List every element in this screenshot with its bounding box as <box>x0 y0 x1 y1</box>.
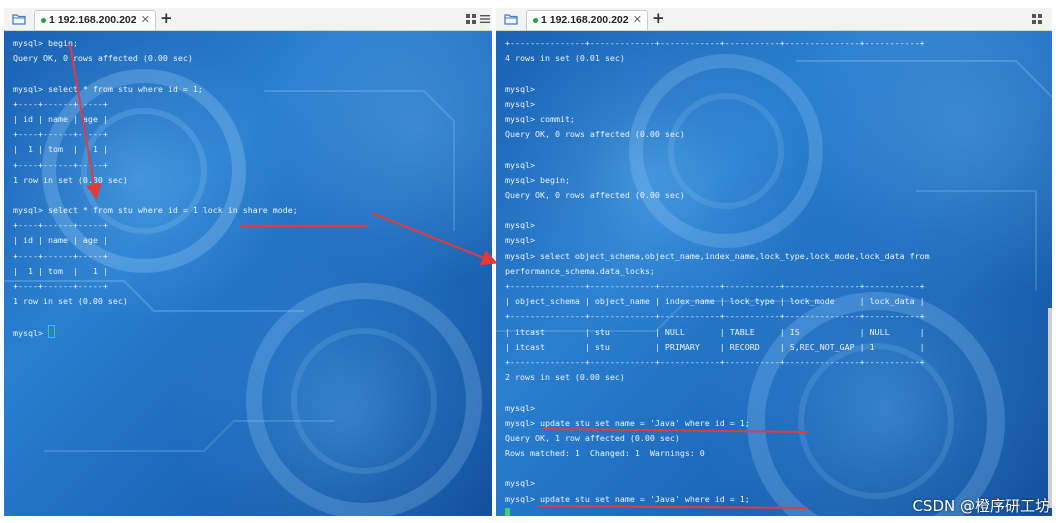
terminal-line: | id | name | age | <box>13 235 108 246</box>
add-tab-button[interactable]: + <box>652 9 665 27</box>
left-terminal-window: 1 192.168.200.202 ✕ + mysql> begin; Query… <box>4 8 492 516</box>
right-scrollbar[interactable] <box>1048 308 1052 508</box>
terminal-line: mysql> begin; <box>13 38 78 48</box>
terminal-line: | object_schema | object_name | index_na… <box>505 296 925 307</box>
right-tab-bar: 1 192.168.200.202 ✕ + <box>496 8 1052 31</box>
folder-icon[interactable] <box>504 13 518 25</box>
connection-status-dot <box>533 18 538 23</box>
terminal-line: +---------------+-------------+---------… <box>505 281 925 291</box>
left-terminal-output[interactable]: mysql> begin; Query OK, 0 rows affected (… <box>4 31 492 516</box>
close-tab-icon[interactable]: ✕ <box>633 13 642 26</box>
terminal-line: mysql> <box>505 478 535 489</box>
menu-icon[interactable] <box>480 14 490 24</box>
terminal-line: mysql> select * from stu where id = 1 lo… <box>13 205 298 216</box>
terminal-line: | itcast | stu | PRIMARY | RECORD | S,RE… <box>505 341 925 352</box>
session-tab-label: 1 192.168.200.202 <box>541 14 629 26</box>
terminal-line: 2 rows in set (0.00 sec) <box>505 372 625 383</box>
terminal-line: Query OK, 0 rows affected (0.00 sec) <box>505 129 685 140</box>
terminal-cursor <box>47 324 55 338</box>
terminal-line: Rows matched: 1 Changed: 1 Warnings: 0 <box>505 448 705 459</box>
terminal-line: Query OK, 1 row affected (0.00 sec) <box>505 432 680 443</box>
terminal-line: mysql> update stu set name = 'Java' wher… <box>505 493 750 504</box>
terminal-line: mysql> <box>505 220 535 231</box>
terminal-line: +----+------+-----+ <box>13 220 108 231</box>
terminal-line: +----+------+-----+ <box>13 281 108 291</box>
grid-icon[interactable] <box>466 14 476 24</box>
right-session-tab[interactable]: 1 192.168.200.202 ✕ <box>526 10 648 30</box>
right-terminal-window: 1 192.168.200.202 ✕ + +---------------+-… <box>496 8 1052 516</box>
terminal-line: | 1 | tom | 1 | <box>13 144 108 155</box>
terminal-line: Query OK, 0 rows affected (0.00 sec) <box>505 189 685 200</box>
terminal-line: +----+------+-----+ <box>13 159 108 170</box>
left-terminal-text: mysql> begin; Query OK, 0 rows affected (… <box>13 36 298 340</box>
terminal-line: | id | name | age | <box>13 113 108 124</box>
terminal-line: mysql> begin; <box>505 174 570 185</box>
terminal-line: mysql> update stu set name = 'Java' wher… <box>505 417 750 428</box>
terminal-line: mysql> select * from stu where id = 1; <box>13 83 203 94</box>
terminal-line: | itcast | stu | NULL | TABLE | IS | NUL… <box>505 326 925 337</box>
terminal-line: mysql> select object_schema,object_name,… <box>505 250 930 261</box>
right-terminal-text: +---------------+-------------+---------… <box>505 36 930 516</box>
close-tab-icon[interactable]: ✕ <box>141 13 150 26</box>
right-terminal-output[interactable]: +---------------+-------------+---------… <box>496 31 1052 516</box>
terminal-line: mysql> <box>13 324 298 340</box>
session-tab-label: 1 192.168.200.202 <box>49 14 137 26</box>
terminal-cursor <box>505 507 510 516</box>
terminal-line: +---------------+-------------+---------… <box>505 311 925 322</box>
add-tab-button[interactable]: + <box>160 9 173 27</box>
left-session-tab[interactable]: 1 192.168.200.202 ✕ <box>34 10 156 30</box>
terminal-line: 1 row in set (0.00 sec) <box>13 296 128 307</box>
terminal-line: mysql> <box>505 402 535 413</box>
terminal-line: +---------------+-------------+---------… <box>505 356 925 367</box>
terminal-line: performance_schema.data_locks; <box>505 265 655 276</box>
terminal-line: mysql> <box>505 159 535 170</box>
terminal-line <box>505 507 930 516</box>
terminal-line: mysql> <box>505 98 535 109</box>
grid-icon[interactable] <box>1032 14 1042 24</box>
terminal-line: 4 rows in set (0.01 sec) <box>505 53 625 64</box>
terminal-line: mysql> commit; <box>505 113 575 124</box>
terminal-line: mysql> <box>505 235 535 246</box>
terminal-line: Query OK, 0 rows affected (0.00 sec) <box>13 53 193 64</box>
terminal-line: | 1 | tom | 1 | <box>13 265 108 276</box>
terminal-line: mysql> <box>505 83 535 94</box>
terminal-line: +----+------+-----+ <box>13 250 108 261</box>
terminal-line: +---------------+-------------+---------… <box>505 38 925 48</box>
terminal-line: 1 row in set (0.00 sec) <box>13 174 128 185</box>
folder-icon[interactable] <box>12 13 26 25</box>
terminal-line: +----+------+-----+ <box>13 98 108 109</box>
connection-status-dot <box>41 18 46 23</box>
terminal-line: +----+------+-----+ <box>13 129 108 140</box>
left-tab-bar: 1 192.168.200.202 ✕ + <box>4 8 492 31</box>
watermark: CSDN @橙序研工坊 <box>912 497 1050 515</box>
